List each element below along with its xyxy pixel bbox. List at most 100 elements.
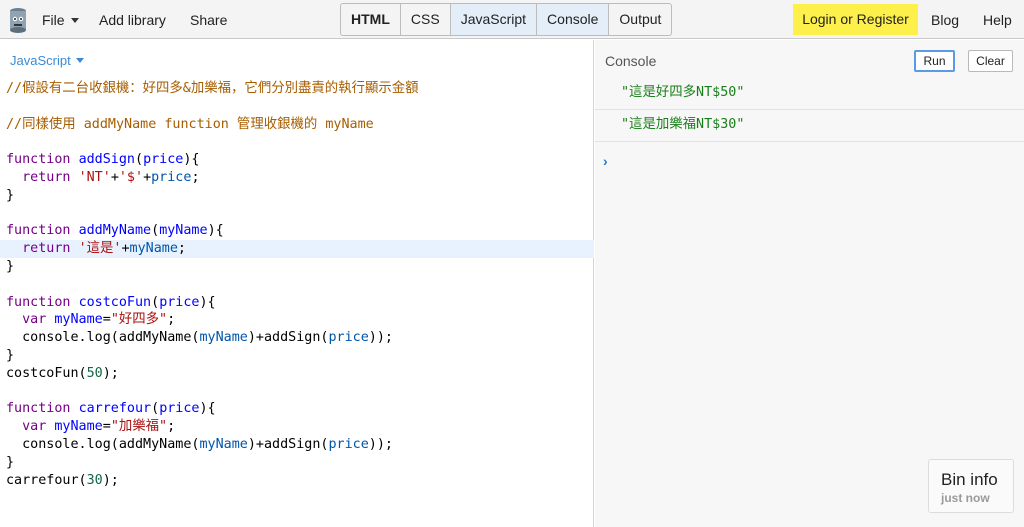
code-line: ​	[0, 98, 594, 116]
code-token: +	[110, 169, 119, 185]
chevron-down-icon	[75, 58, 84, 63]
add-library-menu[interactable]: Add library	[99, 12, 166, 28]
code-line: //假設有二台收銀機：好四多&加樂福，它們分別盡責的執行顯示金額	[0, 80, 594, 98]
code-token: ){	[199, 294, 216, 310]
bin-info-timestamp: just now	[941, 491, 990, 505]
code-token: var	[22, 419, 47, 435]
panel-tab-output[interactable]: Output	[609, 4, 671, 35]
code-line: var myName="好四多";	[0, 311, 594, 329]
code-token: myName	[129, 241, 178, 257]
bin-info-button[interactable]: Bin info just now	[928, 459, 1014, 513]
code-token: console.log(addMyName(	[6, 436, 200, 452]
panel-tab-javascript[interactable]: JavaScript	[450, 4, 538, 35]
code-token: (	[135, 152, 144, 168]
console-log-entry: "這是加樂福NT$30"	[595, 111, 1024, 142]
code-token: function	[6, 401, 71, 417]
code-token: ){	[183, 152, 200, 168]
code-token: price	[328, 436, 369, 452]
code-token: price	[159, 294, 200, 310]
code-token: function	[6, 294, 71, 310]
code-line: return 'NT'+'$'+price;	[0, 169, 594, 187]
code-token: +	[143, 169, 152, 185]
code-token: ){	[207, 223, 224, 239]
code-token: ;	[191, 169, 200, 185]
language-selector[interactable]: JavaScript	[10, 53, 84, 68]
code-token: //假設有二台收銀機：好四多&加樂福，它們分別盡責的執行顯示金額	[6, 81, 419, 96]
panel-tab-console[interactable]: Console	[537, 4, 610, 35]
top-toolbar: File Add library Share HTML CSS JavaScript…	[0, 0, 1024, 39]
code-token: price	[328, 330, 369, 346]
code-token: '$'	[118, 169, 144, 185]
code-line: var myName="加樂福";	[0, 418, 594, 436]
code-line: return '這是'+myName;	[0, 240, 594, 258]
code-token: return	[22, 169, 71, 185]
code-token: (	[151, 401, 160, 417]
panel-tab-css[interactable]: CSS	[401, 4, 451, 35]
code-token: price	[143, 152, 184, 168]
code-line: ​	[0, 133, 594, 151]
help-link[interactable]: Help	[983, 12, 1012, 28]
code-token: (	[151, 223, 160, 239]
code-token: carrefour	[78, 401, 152, 417]
code-token: )+addSign(	[247, 330, 329, 346]
code-token: }	[6, 454, 15, 470]
code-token: }	[6, 187, 15, 203]
code-token: function	[6, 152, 71, 168]
code-token: ;	[167, 312, 176, 328]
share-menu[interactable]: Share	[190, 12, 227, 28]
code-token: costcoFun(	[6, 365, 87, 381]
clear-button[interactable]: Clear	[968, 50, 1013, 72]
code-token: 'NT'	[78, 169, 111, 185]
panel-tab-html[interactable]: HTML	[341, 4, 401, 35]
code-token: "加樂福"	[110, 419, 168, 435]
code-token: //同樣使用 addMyName function 管理收銀機的 myName	[6, 116, 374, 132]
run-button[interactable]: Run	[914, 50, 955, 72]
code-token: addMyName	[78, 223, 152, 239]
code-token: );	[102, 472, 119, 488]
code-token: return	[22, 241, 71, 257]
code-line: }	[0, 258, 594, 276]
code-line: carrefour(30);	[0, 472, 594, 490]
code-token: }	[6, 258, 15, 274]
jsbin-logo-icon[interactable]	[8, 6, 28, 34]
file-menu-label: File	[42, 12, 65, 28]
blog-link[interactable]: Blog	[931, 12, 959, 28]
login-register-button[interactable]: Login or Register	[793, 4, 918, 35]
code-token: myName	[54, 419, 103, 435]
code-line: }	[0, 347, 594, 365]
code-token: myName	[54, 312, 103, 328]
code-token: 30	[86, 472, 103, 488]
chevron-down-icon	[70, 18, 79, 23]
console-prompt-icon[interactable]: ›	[603, 153, 608, 169]
code-token: carrefour(	[6, 472, 87, 488]
code-line: //同樣使用 addMyName function 管理收銀機的 myName	[0, 116, 594, 134]
code-line: function addSign(price){	[0, 151, 594, 169]
code-token: +	[121, 241, 130, 257]
code-editor[interactable]: //假設有二台收銀機：好四多&加樂福，它們分別盡責的執行顯示金額​//同樣使用 …	[0, 80, 594, 489]
code-line: ​	[0, 383, 594, 401]
code-token: 50	[86, 365, 103, 381]
code-token: myName	[199, 436, 248, 452]
code-line: function addMyName(myName){	[0, 222, 594, 240]
code-token: ){	[199, 401, 216, 417]
code-line: costcoFun(50);	[0, 365, 594, 383]
panel-toggle-group: HTML CSS JavaScript Console Output	[340, 3, 673, 36]
code-token: costcoFun	[78, 294, 152, 310]
bin-info-title: Bin info	[941, 470, 998, 489]
code-token: ;	[167, 419, 176, 435]
code-token: =	[102, 312, 111, 328]
code-line: ​	[0, 276, 594, 294]
language-label: JavaScript	[10, 53, 71, 68]
code-line: function costcoFun(price){	[0, 294, 594, 312]
code-line: function carrefour(price){	[0, 400, 594, 418]
code-line: }	[0, 454, 594, 472]
console-log-entry: "這是好四多NT$50"	[595, 79, 1024, 110]
file-menu[interactable]: File	[42, 12, 79, 28]
